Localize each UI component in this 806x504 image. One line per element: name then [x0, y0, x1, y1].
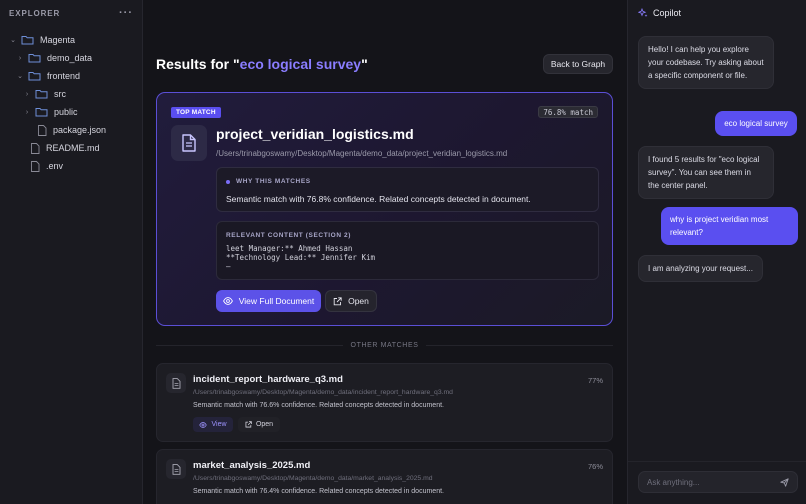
explorer-title: EXPLORER: [9, 8, 61, 18]
user-message: why is project veridian most relevant?: [661, 207, 798, 245]
view-button[interactable]: View: [193, 417, 233, 432]
explorer-sidebar: EXPLORER ··· ⌄ Magenta › demo_data ⌄ fro…: [0, 0, 143, 504]
copilot-header: Copilot: [628, 0, 806, 26]
match-filename: market_analysis_2025.md: [193, 460, 311, 471]
divider-line: [426, 344, 614, 346]
title-prefix: Results for ": [156, 56, 240, 72]
snippet-line: —: [226, 262, 231, 271]
document-icon: [166, 373, 186, 393]
match-card[interactable]: market_analysis_2025.md /Users/trinabgos…: [156, 449, 613, 504]
folder-icon: [28, 54, 41, 63]
chevron-right-icon: ›: [18, 54, 22, 62]
top-match-path: /Users/trinabgoswamy/Desktop/Magenta/dem…: [216, 149, 508, 158]
match-path: /Users/trinabgoswamy/Desktop/Magenta/dem…: [193, 475, 433, 482]
top-match-card: TOP MATCH 76.8% match project_veridian_l…: [156, 92, 613, 326]
assistant-message: I found 5 results for "eco logical surve…: [638, 146, 774, 199]
view-full-document-button[interactable]: View Full Document: [216, 290, 321, 312]
chevron-right-icon: ›: [25, 90, 29, 98]
button-label: Open: [348, 296, 369, 306]
match-description: Semantic match with 76.6% confidence. Re…: [193, 402, 444, 409]
tree-item-label: public: [54, 107, 78, 117]
why-text: Semantic match with 76.8% confidence. Re…: [226, 194, 531, 204]
open-button[interactable]: Open: [325, 290, 377, 312]
external-link-icon: [245, 421, 252, 428]
tree-item-magenta[interactable]: ⌄ Magenta: [0, 31, 142, 49]
other-matches-divider: OTHER MATCHES: [156, 339, 614, 351]
divider: [628, 461, 806, 462]
title-suffix: ": [361, 56, 368, 72]
tree-item-label: .env: [46, 161, 64, 171]
top-match-badge: TOP MATCH: [171, 107, 221, 118]
tree-item-public[interactable]: › public: [0, 103, 142, 121]
match-percent: 76%: [587, 462, 603, 471]
tree-item-package-json[interactable]: package.json: [0, 121, 142, 139]
top-match-filename: project_veridian_logistics.md: [216, 126, 414, 142]
match-filename: incident_report_hardware_q3.md: [193, 374, 343, 385]
other-matches-label: OTHER MATCHES: [350, 341, 419, 349]
open-button[interactable]: Open: [238, 417, 280, 432]
match-path: /Users/trinabgoswamy/Desktop/Magenta/dem…: [193, 389, 453, 396]
folder-icon: [21, 36, 34, 45]
folder-icon: [35, 90, 48, 99]
file-icon: [38, 124, 47, 136]
match-card[interactable]: incident_report_hardware_q3.md /Users/tr…: [156, 363, 613, 442]
tree-item-env[interactable]: .env: [0, 157, 142, 175]
why-label-text: WHY THIS MATCHES: [236, 178, 311, 185]
folder-icon: [35, 108, 48, 117]
tree-item-label: package.json: [53, 125, 107, 135]
why-this-matches-box: WHY THIS MATCHES Semantic match with 76.…: [216, 167, 599, 212]
copilot-title: Copilot: [653, 8, 682, 18]
copilot-panel: Copilot Hello! I can help you explore yo…: [627, 0, 806, 504]
relevant-content-box: RELEVANT CONTENT (SECTION 2) leet Manage…: [216, 221, 599, 280]
more-options-icon[interactable]: ···: [119, 7, 133, 19]
tree-item-frontend[interactable]: ⌄ frontend: [0, 67, 142, 85]
back-to-graph-button[interactable]: Back to Graph: [543, 54, 613, 74]
snippet-line: **Technology Lead:** Jennifer Kim: [226, 253, 376, 262]
tree-item-src[interactable]: › src: [0, 85, 142, 103]
file-icon: [31, 160, 40, 172]
external-link-icon: [333, 296, 342, 305]
folder-icon: [28, 72, 41, 81]
button-label: View Full Document: [238, 296, 315, 306]
tree-item-label: src: [54, 89, 66, 99]
assistant-message: I am analyzing your request...: [638, 255, 763, 282]
tree-item-demo-data[interactable]: › demo_data: [0, 49, 142, 67]
snippet-line: leet Manager:** Ahmed Hassan: [226, 244, 353, 253]
tree-item-label: README.md: [46, 143, 100, 153]
eye-icon: [222, 297, 233, 305]
search-query: eco logical survey: [239, 56, 362, 72]
assistant-message: Hello! I can help you explore your codeb…: [638, 36, 774, 89]
copilot-input[interactable]: [647, 477, 780, 487]
tree-item-label: demo_data: [47, 53, 93, 63]
match-description: Semantic match with 76.4% confidence. Re…: [193, 488, 444, 495]
chevron-right-icon: ›: [25, 108, 29, 116]
user-message: eco logical survey: [715, 111, 797, 136]
match-percent: 77%: [587, 376, 603, 385]
bullet-dot-icon: [226, 179, 230, 184]
eye-icon: [199, 421, 208, 428]
why-label: WHY THIS MATCHES: [226, 178, 311, 185]
document-icon: [166, 459, 186, 479]
chevron-down-icon: ⌄: [17, 73, 23, 80]
send-icon[interactable]: [780, 477, 789, 487]
match-percent-badge: 76.8% match: [538, 106, 598, 118]
tree-item-label: Magenta: [40, 35, 76, 45]
file-icon: [31, 142, 40, 154]
results-panel: Results for "eco logical survey" Back to…: [143, 0, 627, 504]
explorer-header: EXPLORER ···: [0, 0, 142, 26]
tree-item-readme[interactable]: README.md: [0, 139, 142, 157]
button-label: Open: [255, 421, 274, 428]
page-title: Results for "eco logical survey": [156, 56, 368, 72]
relevant-content-snippet: leet Manager:** Ahmed Hassan **Technolog…: [226, 244, 375, 271]
tree-item-label: frontend: [47, 71, 81, 81]
button-label: View: [211, 421, 227, 428]
relevant-content-label: RELEVANT CONTENT (SECTION 2): [226, 232, 352, 239]
chevron-down-icon: ⌄: [10, 37, 16, 44]
divider-line: [156, 344, 343, 346]
sparkle-icon: [638, 8, 648, 17]
copilot-input-container: [638, 471, 798, 493]
document-icon: [171, 125, 207, 161]
